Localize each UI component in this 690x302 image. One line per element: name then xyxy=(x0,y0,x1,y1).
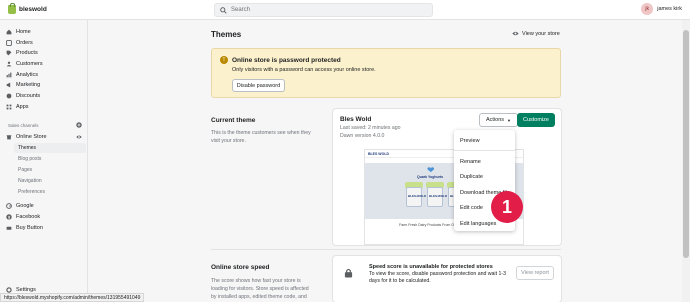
sidebar-item-label: Orders xyxy=(16,40,33,46)
apps-icon xyxy=(6,104,12,110)
sidebar-subitem-themes[interactable]: Themes xyxy=(14,143,86,153)
sidebar-item-products[interactable]: Products xyxy=(6,48,38,58)
banner-text: Only visitors with a password can access… xyxy=(232,67,376,73)
avatar: jk xyxy=(641,3,654,15)
search-placeholder: Search xyxy=(231,7,251,13)
sidebar-item-apps[interactable]: Apps xyxy=(6,102,29,112)
tub-label: BLES•WOLD xyxy=(408,194,427,198)
search-icon xyxy=(220,6,227,14)
products-icon xyxy=(6,50,12,56)
sidebar-item-label: Marketing xyxy=(16,82,41,88)
sidebar-item-label: Products xyxy=(16,50,38,56)
user-menu[interactable]: jk james kirk xyxy=(641,3,682,15)
menu-item-rename[interactable]: Rename xyxy=(454,154,515,169)
menu-item-preview[interactable]: Preview xyxy=(454,133,515,148)
current-theme-description: This is the theme customers see when the… xyxy=(211,130,311,144)
speed-text: To view the score, disable password prot… xyxy=(369,271,506,284)
add-channel-icon[interactable] xyxy=(76,122,82,128)
sidebar-item-label: Discounts xyxy=(16,93,41,99)
step-badge: 1 xyxy=(491,191,523,223)
actions-label: Actions xyxy=(485,117,505,123)
menu-item-duplicate[interactable]: Duplicate xyxy=(454,169,515,184)
yoghurt-tub: BLES•WOLD xyxy=(427,187,447,207)
view-report-button[interactable]: View report xyxy=(516,266,554,280)
sidebar-item-label: Facebook xyxy=(16,214,41,220)
google-icon xyxy=(6,203,12,209)
theme-name: Bles Wold xyxy=(340,116,372,123)
sidebar-item-orders[interactable]: Orders xyxy=(6,38,33,48)
page-title: Themes xyxy=(211,30,242,39)
current-theme-heading: Current theme xyxy=(211,117,256,124)
speed-card: Speed score is unavailable for protected… xyxy=(333,256,561,302)
home-icon xyxy=(6,29,12,35)
shopify-bag-icon xyxy=(8,3,16,14)
banner-title: Online store is password protected xyxy=(232,57,341,64)
yoghurt-tub: BLES•WOLD xyxy=(406,187,426,207)
preview-logo: BLES WOLD xyxy=(368,152,389,156)
store-speed-heading: Online store speed xyxy=(211,264,270,271)
online-store-icon xyxy=(6,134,12,140)
sidebar-item-online-store[interactable]: Online Store xyxy=(6,132,47,142)
eye-icon xyxy=(512,31,519,36)
caret-down-icon: ▼ xyxy=(507,117,511,123)
warning-icon: ! xyxy=(220,56,228,64)
eye-icon[interactable] xyxy=(76,134,82,140)
sidebar-item-label: Home xyxy=(16,29,31,35)
sidebar-item-buy-button[interactable]: Buy Button xyxy=(6,223,43,233)
sidebar-subitem-preferences[interactable]: Preferences xyxy=(18,187,86,197)
sidebar-item-marketing[interactable]: Marketing xyxy=(6,80,40,90)
sidebar-item-home[interactable]: Home xyxy=(6,27,31,37)
sales-channels-label: Sales channels xyxy=(8,123,39,128)
sidebar-subitem-navigation[interactable]: Navigation xyxy=(18,176,86,186)
scrollbar[interactable] xyxy=(682,20,690,302)
sidebar-item-discounts[interactable]: Discounts xyxy=(6,91,40,101)
marketing-icon xyxy=(6,82,12,88)
user-name: james kirk xyxy=(657,6,682,12)
sidebar-item-google[interactable]: Google xyxy=(6,201,34,211)
customize-button[interactable]: Customize xyxy=(517,113,555,127)
sidebar-item-customers[interactable]: Customers xyxy=(6,59,43,69)
facebook-icon xyxy=(6,214,12,220)
sidebar-item-facebook[interactable]: Facebook xyxy=(6,212,40,222)
sidebar-item-analytics[interactable]: Analytics xyxy=(6,70,38,80)
theme-last-saved: Last saved: 2 minutes ago xyxy=(340,125,401,131)
disable-password-button[interactable]: Disable password xyxy=(232,79,285,92)
customers-icon xyxy=(6,61,12,67)
tub-label: BLES•WOLD xyxy=(429,194,448,198)
sidebar-subitem-pages[interactable]: Pages xyxy=(18,165,86,175)
sidebar-item-label: Online Store xyxy=(16,134,47,140)
analytics-icon xyxy=(6,72,12,78)
sidebar-item-label: Buy Button xyxy=(16,225,43,231)
sidebar-item-label: Customers xyxy=(16,61,43,67)
status-url: https://bleswold.myshopify.com/admin/the… xyxy=(0,293,145,302)
view-store-label: View your store xyxy=(522,30,560,37)
current-theme-card: Bles Wold Last saved: 2 minutes ago Dawn… xyxy=(333,109,561,245)
top-bar: bleswold Search jk james kirk xyxy=(0,0,690,20)
sidebar-item-label: Analytics xyxy=(16,72,39,78)
scrollbar-thumb[interactable] xyxy=(683,30,689,258)
menu-divider xyxy=(454,150,515,151)
sidebar-subitem-blog-posts[interactable]: Blog posts xyxy=(18,154,86,164)
orders-icon xyxy=(6,40,12,46)
lock-icon xyxy=(344,268,353,278)
store-brand[interactable]: bleswold xyxy=(8,3,47,14)
buy-button-icon xyxy=(6,225,12,231)
store-name: bleswold xyxy=(19,6,47,13)
view-store-link[interactable]: View your store xyxy=(512,30,560,37)
search-bar[interactable]: Search xyxy=(214,3,433,17)
discounts-icon xyxy=(6,93,12,99)
section-divider xyxy=(211,249,561,250)
store-speed-description: The score shows how fast your store is l… xyxy=(211,278,309,300)
sidebar-item-label: Google xyxy=(16,203,34,209)
preview-headline: Quark Yoghurts xyxy=(417,175,444,179)
actions-button[interactable]: Actions ▼ xyxy=(479,113,518,127)
theme-version: Dawn version 4.0.0 xyxy=(340,133,385,139)
speed-title: Speed score is unavailable for protected… xyxy=(369,264,493,270)
password-banner: ! Online store is password protected Onl… xyxy=(211,48,561,98)
sidebar-item-label: Apps xyxy=(16,104,29,110)
